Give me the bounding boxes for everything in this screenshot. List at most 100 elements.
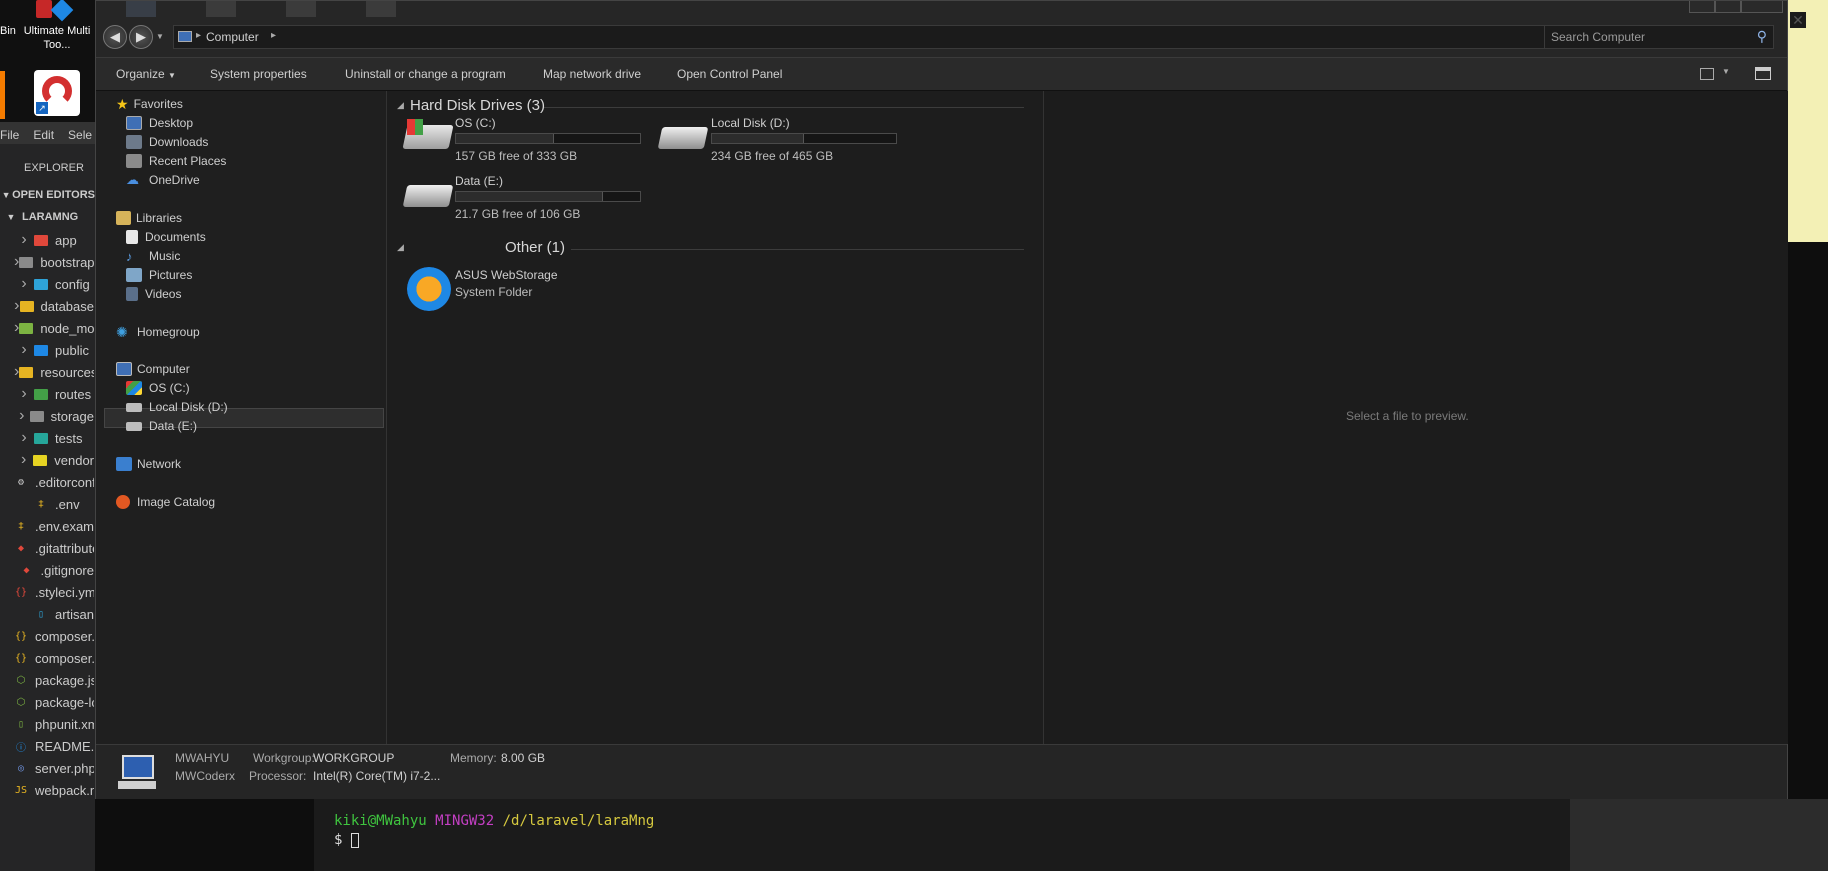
nav-favorites[interactable]: ★ Favorites bbox=[116, 94, 183, 114]
uninstall-program-button[interactable]: Uninstall or change a program bbox=[345, 67, 506, 81]
tree-item-label: webpack.mix.js bbox=[35, 782, 94, 798]
tree-file[interactable]: ⓘ README.md bbox=[0, 735, 94, 757]
menu-edit[interactable]: Edit bbox=[33, 128, 54, 142]
nav-documents[interactable]: Documents bbox=[126, 227, 206, 247]
tree-file[interactable]: JS webpack.mix.js bbox=[0, 779, 94, 801]
collapse-triangle-icon[interactable]: ◢ bbox=[397, 100, 404, 111]
tree-file[interactable]: {} composer.lock bbox=[0, 647, 94, 669]
project-section[interactable]: ▼ LARAMNG bbox=[0, 206, 95, 228]
ultimate-multi-tool-label[interactable]: Ultimate Multi Too... bbox=[22, 24, 92, 52]
search-input[interactable]: Search Computer ⚲ bbox=[1544, 25, 1774, 49]
tree-folder[interactable]: › tests bbox=[0, 427, 94, 449]
drive-data-e[interactable]: Data (E:) 21.7 GB free of 106 GB bbox=[402, 169, 641, 221]
orange-app-edge[interactable] bbox=[0, 71, 5, 119]
ghost-title-icons bbox=[126, 1, 546, 19]
minimize-button[interactable] bbox=[1689, 1, 1715, 13]
drive-os-c[interactable]: OS (C:) 157 GB free of 333 GB bbox=[402, 111, 641, 163]
breadcrumb-computer[interactable]: Computer bbox=[206, 30, 259, 44]
ultimate-multi-tool-icon[interactable] bbox=[34, 0, 78, 22]
nav-music[interactable]: ♪ Music bbox=[126, 246, 180, 266]
tree-folder[interactable]: › storage bbox=[0, 405, 94, 427]
file-icon: ▯ bbox=[37, 608, 44, 620]
nav-data-e[interactable]: Data (E:) bbox=[126, 416, 197, 436]
nav-onedrive[interactable]: ☁ OneDrive bbox=[126, 170, 200, 190]
tree-item-label: phpunit.xml bbox=[35, 716, 94, 732]
tree-file[interactable]: {} composer.json bbox=[0, 625, 94, 647]
tree-folder[interactable]: › app bbox=[0, 229, 94, 251]
tree-folder[interactable]: › routes bbox=[0, 383, 94, 405]
nav-image-catalog[interactable]: Image Catalog bbox=[116, 492, 215, 512]
tree-folder[interactable]: › database bbox=[0, 295, 94, 317]
star-icon: ★ bbox=[116, 95, 129, 112]
tree-file[interactable]: ⬡ package-lock.json bbox=[0, 691, 94, 713]
tree-file[interactable]: ‡ .env bbox=[0, 493, 94, 515]
address-bar[interactable]: ▸ Computer ▸ ▽ ⇆ bbox=[173, 25, 1617, 49]
file-icon: {} bbox=[14, 630, 28, 642]
desktop-icon bbox=[126, 116, 142, 130]
tree-folder[interactable]: › resources bbox=[0, 361, 94, 383]
nav-computer[interactable]: Computer bbox=[116, 359, 190, 379]
nav-homegroup[interactable]: ✺ Homegroup bbox=[116, 322, 200, 342]
close-button[interactable] bbox=[1741, 1, 1783, 13]
nav-downloads[interactable]: Downloads bbox=[126, 132, 208, 152]
tree-folder[interactable]: › public bbox=[0, 339, 94, 361]
drive-local-disk-d[interactable]: Local Disk (D:) 234 GB free of 465 GB bbox=[657, 111, 897, 163]
other-header[interactable]: Other (1) bbox=[505, 239, 565, 256]
drive-free-space: 21.7 GB free of 106 GB bbox=[455, 207, 581, 221]
menu-selection[interactable]: Sele bbox=[68, 128, 92, 142]
view-options-icon[interactable] bbox=[1700, 68, 1714, 80]
tree-file[interactable]: ‡ .env.example bbox=[0, 515, 94, 537]
downloads-icon bbox=[126, 135, 142, 149]
search-icon: ⚲ bbox=[1756, 28, 1767, 44]
asus-webstorage-item[interactable]: ASUS WebStorage System Folder bbox=[403, 265, 623, 313]
tree-folder[interactable]: ›node_modules bbox=[0, 317, 94, 339]
preview-pane-toggle-icon[interactable] bbox=[1755, 67, 1771, 80]
tree-file[interactable]: ◆ .gitattributes bbox=[0, 537, 94, 559]
terminal-panel[interactable]: kiki@MWahyu MINGW32 /d/laravel/laraMng $ bbox=[314, 799, 1570, 871]
tree-file[interactable]: ◎ server.php bbox=[0, 757, 94, 779]
tree-item-label: public bbox=[55, 342, 89, 358]
breadcrumb-separator[interactable]: ▸ bbox=[196, 30, 201, 41]
nav-network[interactable]: Network bbox=[116, 454, 181, 474]
music-icon: ♪ bbox=[126, 248, 133, 264]
view-dropdown-icon[interactable]: ▼ bbox=[1722, 67, 1730, 76]
asus-webstorage-icon bbox=[407, 267, 451, 311]
nav-videos[interactable]: Videos bbox=[126, 284, 181, 304]
maximize-button[interactable] bbox=[1715, 1, 1741, 13]
content-pane: ◢ Hard Disk Drives (3) OS (C:) 157 GB fr… bbox=[388, 91, 1042, 744]
organize-button[interactable]: Organize ▼ bbox=[116, 67, 176, 81]
system-properties-button[interactable]: System properties bbox=[210, 67, 307, 81]
terminal-cursor[interactable] bbox=[350, 832, 359, 848]
group-divider bbox=[544, 107, 1024, 108]
open-editors-section[interactable]: ▼ OPEN EDITORS bbox=[0, 184, 95, 206]
tree-file[interactable]: ▯ artisan bbox=[0, 603, 94, 625]
group-divider bbox=[571, 249, 1024, 250]
nav-pictures[interactable]: Pictures bbox=[126, 265, 192, 285]
tree-file[interactable]: {} .styleci.yml bbox=[0, 581, 94, 603]
tree-file[interactable]: ▯ phpunit.xml bbox=[0, 713, 94, 735]
tree-file[interactable]: ⚙ .editorconfig bbox=[0, 471, 94, 493]
map-network-drive-button[interactable]: Map network drive bbox=[543, 67, 641, 81]
recycle-bin-label[interactable]: Bin bbox=[0, 24, 16, 38]
recent-pages-dropdown[interactable]: ▼ bbox=[156, 32, 164, 41]
notepad-close-icon[interactable]: ✕ bbox=[1790, 12, 1806, 28]
open-control-panel-button[interactable]: Open Control Panel bbox=[677, 67, 782, 81]
tree-folder[interactable]: › bootstrap bbox=[0, 251, 94, 273]
nav-libraries[interactable]: Libraries bbox=[116, 208, 182, 228]
forward-button[interactable]: ▶ bbox=[129, 25, 153, 49]
nav-desktop[interactable]: Desktop bbox=[126, 113, 193, 133]
breadcrumb-chevron-icon[interactable]: ▸ bbox=[271, 30, 276, 41]
menu-file[interactable]: File bbox=[0, 128, 19, 142]
folder-icon bbox=[19, 366, 34, 378]
nav-local-disk-d[interactable]: Local Disk (D:) bbox=[126, 397, 228, 417]
tree-folder[interactable]: › config bbox=[0, 273, 94, 295]
tree-file[interactable]: ◆ .gitignore bbox=[0, 559, 95, 581]
nav-recent-places[interactable]: Recent Places bbox=[126, 151, 226, 171]
back-button[interactable]: ◀ bbox=[103, 25, 127, 49]
tree-file[interactable]: ⬡ package.json bbox=[0, 669, 94, 691]
tree-folder[interactable]: › vendor bbox=[0, 449, 94, 471]
nav-os-c[interactable]: OS (C:) bbox=[126, 378, 190, 398]
item-name: ASUS WebStorage bbox=[455, 268, 558, 282]
collapse-triangle-icon[interactable]: ◢ bbox=[397, 242, 404, 253]
red-app-icon[interactable]: ↗ bbox=[34, 70, 80, 116]
